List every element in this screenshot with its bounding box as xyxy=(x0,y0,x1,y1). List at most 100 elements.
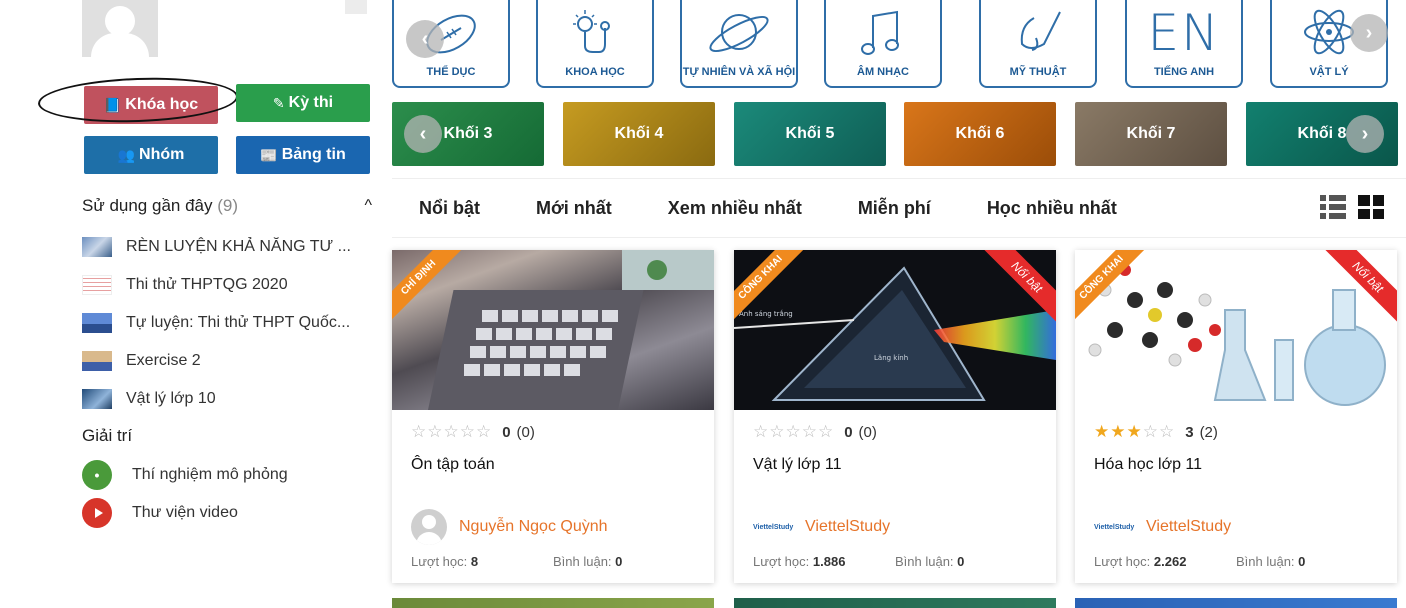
author-name[interactable]: ViettelStudy xyxy=(1146,518,1231,536)
list-item[interactable]: Thi thử THPTQG 2020 xyxy=(82,266,382,304)
rating-count: (0) xyxy=(516,423,535,441)
group-button[interactable]: 👥 Nhóm xyxy=(84,136,218,174)
avatar[interactable] xyxy=(82,0,158,57)
recent-section-header[interactable]: Sử dụng gần đây (9) ^ xyxy=(82,196,372,216)
course-stats: Lượt học: 1.886 Bình luận: 0 xyxy=(753,554,1037,569)
subject-tile[interactable]: TỰ NHIÊN VÀ XÃ HỘI xyxy=(680,0,798,88)
avatar-edit-handle[interactable] xyxy=(345,0,367,14)
course-thumbnail xyxy=(82,275,112,295)
list-item[interactable]: Vật lý lớp 10 xyxy=(82,380,382,418)
news-button[interactable]: 📰 Bảng tin xyxy=(236,136,370,174)
light-label: Ánh sáng trắng xyxy=(739,309,793,318)
course-card[interactable]: CHỈ ĐỊNH ☆☆☆☆☆ 0 (0) Ôn tập toán Nguyễn … xyxy=(392,250,714,583)
author-name[interactable]: Nguyễn Ngọc Quỳnh xyxy=(459,518,608,536)
subject-tile[interactable]: MỸ THUẬT xyxy=(979,0,1097,88)
grade-carousel: Khối 3 Khối 4 Khối 5 Khối 6 Khối 7 Khối … xyxy=(392,102,1406,168)
recent-list: RÈN LUYỆN KHẢ NĂNG TƯ ... Thi thử THPTQG… xyxy=(82,228,382,418)
list-item-label: Thí nghiệm mô phỏng xyxy=(132,466,288,483)
subject-tile[interactable]: EN TIẾNG ANH xyxy=(1125,0,1243,88)
author-name[interactable]: ViettelStudy xyxy=(805,518,890,536)
play-icon xyxy=(82,498,112,528)
newspaper-icon: 📰 xyxy=(260,146,278,163)
chevron-up-icon[interactable]: ^ xyxy=(364,197,372,215)
list-item[interactable]: Thư viện video xyxy=(82,494,288,532)
rating: ☆☆☆☆☆ 0 (0) xyxy=(753,420,1037,444)
course-title[interactable]: Vật lý lớp 11 xyxy=(753,456,1037,496)
users-icon: 👥 xyxy=(117,146,136,163)
course-image: CHỈ ĐỊNH xyxy=(392,250,714,410)
grade-label: Khối 7 xyxy=(1126,125,1176,142)
rating-count: (0) xyxy=(858,423,877,441)
course-card-partial[interactable] xyxy=(392,598,714,608)
grades-next-button[interactable]: › xyxy=(1346,115,1384,153)
chevron-right-icon: › xyxy=(1365,21,1373,44)
paintbrush-icon xyxy=(1020,11,1061,51)
subjects-prev-button[interactable]: ‹ xyxy=(406,20,444,58)
learn-label: Lượt học: xyxy=(411,554,468,569)
subject-label: TIẾNG ANH xyxy=(1153,66,1215,78)
book-icon: 📘 xyxy=(103,96,122,113)
recent-title: Sử dụng gần đây xyxy=(82,196,213,215)
group-button-label: Nhóm xyxy=(139,146,185,163)
en-icon: EN xyxy=(1147,4,1221,62)
course-card-partial[interactable] xyxy=(734,598,1056,608)
subject-tile[interactable]: KHOA HỌC xyxy=(536,0,654,88)
chevron-left-icon: ‹ xyxy=(419,122,427,145)
grade-label: Khối 8 xyxy=(1297,125,1347,142)
filter-free[interactable]: Miễn phí xyxy=(858,198,931,219)
grade-tile[interactable]: Khối 5 xyxy=(734,102,886,166)
list-item[interactable]: Exercise 2 xyxy=(82,342,382,380)
avatar xyxy=(411,509,447,545)
list-item[interactable]: RÈN LUYỆN KHẢ NĂNG TƯ ... xyxy=(82,228,382,266)
list-item[interactable]: Tự luyện: Thi thử THPT Quốc... xyxy=(82,304,382,342)
list-item[interactable]: • Thí nghiệm mô phỏng xyxy=(82,456,288,494)
planet-icon xyxy=(709,14,769,52)
viettelstudy-logo: ViettelStudy xyxy=(753,523,794,531)
course-title[interactable]: Hóa học lớp 11 xyxy=(1094,456,1378,496)
filter-most-viewed[interactable]: Xem nhiều nhất xyxy=(668,198,802,219)
course-thumbnail xyxy=(82,313,112,333)
grades-prev-button[interactable]: ‹ xyxy=(404,115,442,153)
rating-count: (2) xyxy=(1199,423,1218,441)
recent-count: (9) xyxy=(217,196,238,215)
course-card[interactable]: Ánh sáng trắng Lăng kính CÔNG KHAI Nổi b… xyxy=(734,250,1056,583)
comment-count: 0 xyxy=(957,554,965,569)
learn-label: Lượt học: xyxy=(753,554,810,569)
list-item-label: RÈN LUYỆN KHẢ NĂNG TƯ ... xyxy=(126,238,351,255)
subjects-next-button[interactable]: › xyxy=(1350,14,1388,52)
list-item-label: Vật lý lớp 10 xyxy=(126,390,216,407)
course-author[interactable]: ViettelStudy ViettelStudy xyxy=(753,510,1037,544)
grid-view-icon[interactable] xyxy=(1358,195,1384,219)
subject-label: ÂM NHẠC xyxy=(857,66,909,78)
exam-button[interactable]: ✎ Kỳ thi xyxy=(236,84,370,122)
list-view-icon[interactable] xyxy=(1320,195,1346,219)
subject-label: THỂ DỤC xyxy=(426,66,476,78)
learn-count: 1.886 xyxy=(812,554,846,569)
list-item-label: Thư viện video xyxy=(132,504,238,521)
learn-count: 2.262 xyxy=(1153,554,1187,569)
course-card[interactable]: CÔNG KHAI Nổi bật ★★★☆☆ 3 (2) Hóa học lớ… xyxy=(1075,250,1397,583)
bulb-icon xyxy=(573,10,610,53)
course-author[interactable]: ViettelStudy ViettelStudy xyxy=(1094,510,1378,544)
rating: ★★★☆☆ 3 (2) xyxy=(1094,420,1378,444)
comment-count: 0 xyxy=(1298,554,1306,569)
course-card-partial[interactable] xyxy=(1075,598,1397,608)
news-button-label: Bảng tin xyxy=(281,146,346,163)
courses-button[interactable]: 📘 Khóa học xyxy=(84,86,218,124)
viettelstudy-logo: ViettelStudy xyxy=(1094,523,1135,531)
grade-tile[interactable]: Khối 4 xyxy=(563,102,715,166)
grade-tile[interactable]: Khối 7 xyxy=(1075,102,1227,166)
course-title[interactable]: Ôn tập toán xyxy=(411,456,695,496)
chevron-right-icon: › xyxy=(1361,122,1369,145)
course-stats: Lượt học: 2.262 Bình luận: 0 xyxy=(1094,554,1378,569)
list-item-label: Thi thử THPTQG 2020 xyxy=(126,276,288,293)
course-author[interactable]: Nguyễn Ngọc Quỳnh xyxy=(411,509,695,545)
grade-tile[interactable]: Khối 6 xyxy=(904,102,1056,166)
filter-newest[interactable]: Mới nhất xyxy=(536,198,612,219)
filter-featured[interactable]: Nổi bật xyxy=(419,198,480,219)
filter-most-learned[interactable]: Học nhiều nhất xyxy=(987,198,1117,219)
subject-tile[interactable]: ÂM NHẠC xyxy=(824,0,942,88)
star-rating-icon: ☆☆☆☆☆ xyxy=(753,422,835,441)
grade-label: Khối 3 xyxy=(443,125,493,142)
lab-flask-icon: • xyxy=(82,460,112,490)
